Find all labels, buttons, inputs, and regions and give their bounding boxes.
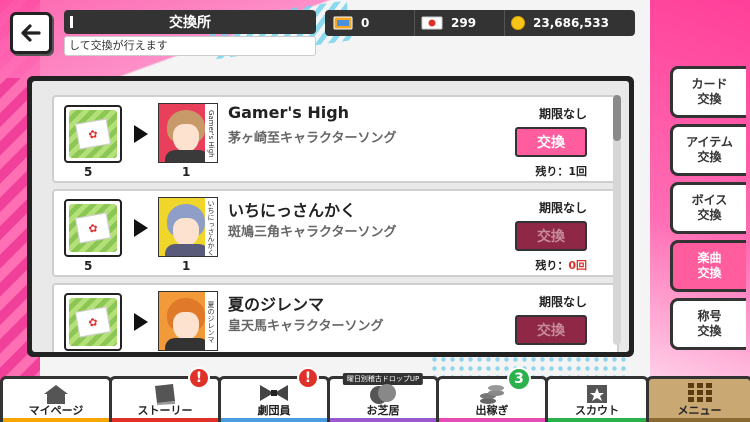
song-jacket: 夏のジレンマ bbox=[158, 291, 218, 351]
tab-music-exchange[interactable]: 楽曲 交換 bbox=[670, 240, 746, 292]
cost-item: ✿ bbox=[64, 105, 122, 163]
exchange-button[interactable]: 交換 bbox=[515, 127, 587, 157]
scrollbar-thumb[interactable] bbox=[613, 95, 621, 141]
tab-title-exchange[interactable]: 称号 交換 bbox=[670, 298, 746, 350]
count-badge: 3 bbox=[507, 367, 531, 391]
bottom-navigation: マイページ ! ストーリー ! 劇団員 曜日別稽古ドロップUP お芝居 3 出稼… bbox=[0, 367, 750, 422]
reward-quantity: 1 bbox=[182, 165, 191, 179]
alert-badge: ! bbox=[188, 367, 210, 389]
voucher-count: 299 bbox=[451, 16, 477, 30]
nav-troupe[interactable]: ! 劇団員 bbox=[218, 367, 330, 422]
nav-story[interactable]: ! ストーリー bbox=[109, 367, 221, 422]
tab-card-exchange[interactable]: カード 交換 bbox=[670, 66, 746, 118]
list-item: ✿ 5 Gamer's High 1 Gamer's High 茅ヶ崎至キャラク… bbox=[52, 95, 619, 183]
music-ticket-icon: ✿ bbox=[69, 110, 117, 158]
currency-voucher: 299 bbox=[415, 10, 505, 36]
song-subtitle: 皇天馬キャラクターソング bbox=[228, 319, 384, 334]
tab-voice-exchange[interactable]: ボイス 交換 bbox=[670, 182, 746, 234]
page-description: して交換が行えます bbox=[64, 36, 316, 56]
cost-item: ✿ bbox=[64, 199, 122, 257]
nav-scout[interactable]: スカウト bbox=[545, 376, 649, 422]
scrollbar[interactable] bbox=[613, 95, 621, 345]
tab-item-exchange[interactable]: アイテム 交換 bbox=[670, 124, 746, 176]
currency-ticket: 0 bbox=[325, 10, 415, 36]
jacket-text: 夏のジレンマ bbox=[207, 301, 215, 343]
ticket-icon bbox=[333, 16, 353, 30]
song-jacket: Gamer's High bbox=[158, 103, 218, 163]
cost-quantity: 5 bbox=[84, 259, 93, 273]
alert-badge: ! bbox=[297, 367, 319, 389]
exchange-button[interactable]: 交換 bbox=[515, 315, 587, 345]
cost-quantity: 5 bbox=[84, 165, 93, 179]
currency-coin: 23,686,533 bbox=[505, 10, 635, 36]
arrow-right-icon bbox=[134, 125, 148, 143]
page-title: 交換所 bbox=[64, 10, 316, 34]
jacket-text: いちにっさんかく bbox=[207, 200, 215, 256]
limit-label: 期限なし bbox=[538, 201, 587, 215]
cost-item: ✿ bbox=[64, 293, 122, 351]
exchange-panel: ✿ 5 Gamer's High 1 Gamer's High 茅ヶ崎至キャラク… bbox=[27, 76, 634, 357]
limit-label: 期限なし bbox=[538, 295, 587, 309]
nav-menu[interactable]: メニュー bbox=[646, 376, 750, 422]
list-item: ✿ 夏のジレンマ 夏のジレンマ 皇天馬キャラクターソング 期限なし 交換 bbox=[52, 283, 619, 352]
voucher-icon bbox=[421, 16, 443, 30]
remaining-count: 残り：1回 bbox=[535, 165, 587, 178]
back-button[interactable] bbox=[10, 12, 52, 54]
exchange-button[interactable]: 交換 bbox=[515, 221, 587, 251]
nav-earn[interactable]: 3 出稼ぎ bbox=[436, 367, 548, 422]
jacket-text: Gamer's High bbox=[207, 110, 215, 158]
arrow-right-icon bbox=[134, 219, 148, 237]
arrow-right-icon bbox=[134, 313, 148, 331]
song-title: いちにっさんかく bbox=[228, 201, 357, 220]
arrow-left-icon bbox=[21, 24, 41, 42]
song-jacket: いちにっさんかく bbox=[158, 197, 218, 257]
exchange-list[interactable]: ✿ 5 Gamer's High 1 Gamer's High 茅ヶ崎至キャラク… bbox=[32, 81, 629, 352]
coin-icon bbox=[511, 16, 525, 30]
ticket-count: 0 bbox=[361, 16, 370, 30]
music-ticket-icon: ✿ bbox=[69, 204, 117, 252]
list-item: ✿ 5 いちにっさんかく 1 いちにっさんかく 斑鳩三角キャラクターソング 期限… bbox=[52, 189, 619, 277]
song-subtitle: 斑鳩三角キャラクターソング bbox=[228, 225, 397, 240]
song-title: Gamer's High bbox=[228, 103, 350, 122]
currency-bar: 0 299 23,686,533 bbox=[325, 10, 635, 36]
coin-count: 23,686,533 bbox=[533, 16, 609, 30]
song-subtitle: 茅ヶ崎至キャラクターソング bbox=[228, 131, 397, 146]
limit-label: 期限なし bbox=[538, 107, 587, 121]
nav-play[interactable]: 曜日別稽古ドロップUP お芝居 bbox=[327, 373, 439, 422]
music-ticket-icon: ✿ bbox=[69, 298, 117, 346]
reward-quantity: 1 bbox=[182, 259, 191, 273]
nav-mypage[interactable]: マイページ bbox=[0, 376, 112, 422]
remaining-count: 残り：0回 bbox=[535, 259, 587, 272]
song-title: 夏のジレンマ bbox=[228, 295, 325, 314]
category-tabs: カード 交換 アイテム 交換 ボイス 交換 楽曲 交換 称号 交換 bbox=[670, 66, 750, 356]
